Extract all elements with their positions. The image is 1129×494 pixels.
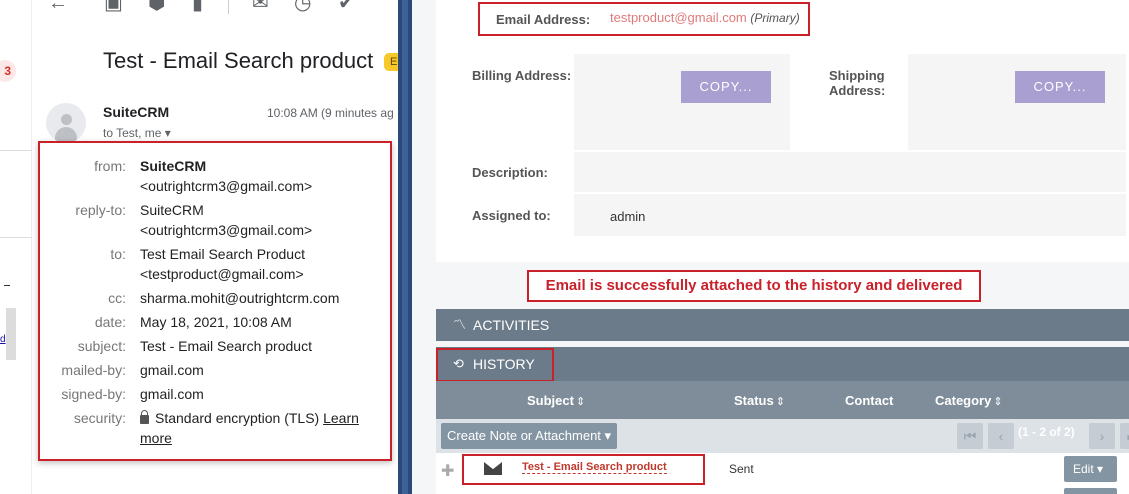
activity-chart-icon: 〽 — [453, 317, 467, 332]
assigned-to-value: admin — [610, 209, 646, 224]
edit-button[interactable]: Edit ▾ — [1064, 456, 1117, 482]
assigned-to-label: Assigned to: — [472, 208, 551, 223]
next-page-icon[interactable]: › — [1089, 423, 1115, 449]
window-divider — [398, 0, 412, 494]
history-toolbar: Create Note or Attachment ▾ ⏮ ‹ (1 - 2 o… — [436, 419, 1129, 453]
strip-divider — [0, 150, 32, 151]
create-note-button[interactable]: Create Note or Attachment ▾ — [441, 423, 618, 449]
detail-key: subject: — [77, 338, 126, 354]
detail-value: gmail.com — [140, 386, 204, 402]
sort-icon[interactable]: ⇕ — [776, 396, 785, 408]
detail-value: SuiteCRM <outrightcrm3@gmail.com> — [140, 158, 313, 194]
detail-key: reply-to: — [75, 202, 126, 218]
primary-flag: (Primary) — [750, 11, 800, 25]
expand-plus-icon[interactable]: ✚ — [441, 461, 454, 481]
detail-key: security: — [73, 410, 126, 426]
description-label: Description: — [472, 165, 548, 180]
add-task-icon[interactable]: ✔ — [338, 0, 355, 14]
last-page-icon[interactable]: ⏭ — [1120, 423, 1129, 449]
detail-key: from: — [94, 158, 126, 174]
email-link[interactable]: testproduct@gmail.com — [610, 10, 747, 25]
strip-mark — [4, 285, 10, 286]
gmail-left-strip: 3 d — [0, 0, 32, 494]
strip-link[interactable]: d — [0, 334, 6, 345]
detail-key: mailed-by: — [61, 362, 126, 378]
column-status[interactable]: Status ⇕ — [734, 393, 785, 408]
learn-more-link[interactable]: Learn — [323, 410, 359, 426]
next-row-edit-button[interactable] — [1064, 488, 1117, 494]
copy-billing-button[interactable]: COPY... — [681, 71, 771, 103]
history-highlight — [436, 348, 554, 382]
detail-value: Standard encryption (TLS) Learn more — [140, 410, 359, 446]
back-arrow-icon[interactable]: ← — [48, 0, 68, 14]
sender-name: SuiteCRM — [103, 104, 170, 120]
archive-icon[interactable]: ▣ — [104, 0, 123, 14]
copy-shipping-button[interactable]: COPY... — [1015, 71, 1105, 103]
detail-key: to: — [110, 246, 126, 262]
label-tag[interactable]: E — [384, 53, 398, 71]
email-details-popup: from: SuiteCRM <outrightcrm3@gmail.com> r… — [38, 141, 392, 461]
recipients-toggle[interactable]: to Test, me ▾ — [103, 126, 171, 140]
snooze-icon[interactable]: ◷ — [294, 0, 311, 14]
detail-key: cc: — [108, 290, 126, 306]
dropdown-caret-icon: ▾ — [1097, 462, 1104, 476]
pager-count: (1 - 2 of 2) — [1018, 425, 1075, 439]
billing-address-label: Billing Address: — [472, 68, 572, 83]
description-field — [574, 152, 1126, 192]
dropdown-caret-icon: ▾ — [604, 428, 612, 443]
detail-key: date: — [94, 314, 126, 330]
strip-scroll-piece[interactable] — [6, 308, 16, 360]
column-category[interactable]: Category ⇕ — [935, 393, 1003, 408]
table-row: ✚ Test - Email Search product Sent Edit … — [436, 453, 1129, 494]
email-address-value: testproduct@gmail.com (Primary) — [610, 10, 800, 25]
history-table-header: Subject ⇕ Status ⇕ Contact Category ⇕ — [436, 381, 1129, 419]
suitecrm-pane: Email Address: testproduct@gmail.com (Pr… — [412, 0, 1129, 494]
contact-detail-panel: Email Address: testproduct@gmail.com (Pr… — [436, 0, 1129, 262]
gmail-pane: 3 d ← ▣ ⬢ ▮ ✉ ◷ ✔ Test - Email Search pr… — [0, 0, 398, 494]
lock-icon — [140, 410, 149, 424]
success-annotation: Email is successfully attached to the hi… — [527, 270, 981, 302]
sort-icon[interactable]: ⇕ — [993, 396, 1002, 408]
shipping-address-label: Shipping Address: — [829, 68, 886, 98]
mark-unread-icon[interactable]: ✉ — [252, 0, 269, 14]
assigned-to-field — [574, 194, 1126, 236]
row-status: Sent — [729, 462, 754, 476]
sort-icon[interactable]: ⇕ — [576, 396, 585, 408]
email-subject-link[interactable]: Test - Email Search product — [522, 461, 667, 474]
first-page-icon[interactable]: ⏮ — [957, 423, 983, 449]
detail-value: gmail.com — [140, 362, 204, 378]
delete-icon[interactable]: ▮ — [192, 0, 203, 14]
column-contact: Contact — [845, 393, 894, 408]
toolbar-separator — [228, 0, 229, 14]
detail-key: signed-by: — [61, 386, 126, 402]
unread-count-badge: 3 — [0, 60, 16, 82]
prev-page-icon[interactable]: ‹ — [988, 423, 1014, 449]
activities-subpanel-header[interactable]: 〽 ACTIVITIES — [436, 309, 1129, 341]
detail-value: Test - Email Search product — [140, 338, 312, 354]
strip-divider — [0, 237, 32, 238]
report-spam-icon[interactable]: ⬢ — [148, 0, 165, 14]
detail-value: sharma.mohit@outrightcrm.com — [140, 290, 340, 306]
learn-more-link-cont[interactable]: more — [140, 430, 172, 446]
detail-value: May 18, 2021, 10:08 AM — [140, 314, 292, 330]
email-subject-title: Test - Email Search product — [103, 48, 374, 73]
sender-avatar-icon — [46, 103, 86, 143]
email-address-label: Email Address: — [496, 12, 591, 27]
column-subject[interactable]: Subject ⇕ — [527, 393, 585, 408]
detail-value: Test Email Search Product <testproduct@gm… — [140, 246, 305, 282]
detail-value: SuiteCRM <outrightcrm3@gmail.com> — [140, 202, 313, 238]
email-timestamp: 10:08 AM (9 minutes ag — [267, 106, 394, 120]
activities-title: ACTIVITIES — [473, 317, 550, 333]
gmail-toolbar: ← ▣ ⬢ ▮ ✉ ◷ ✔ — [32, 0, 398, 18]
